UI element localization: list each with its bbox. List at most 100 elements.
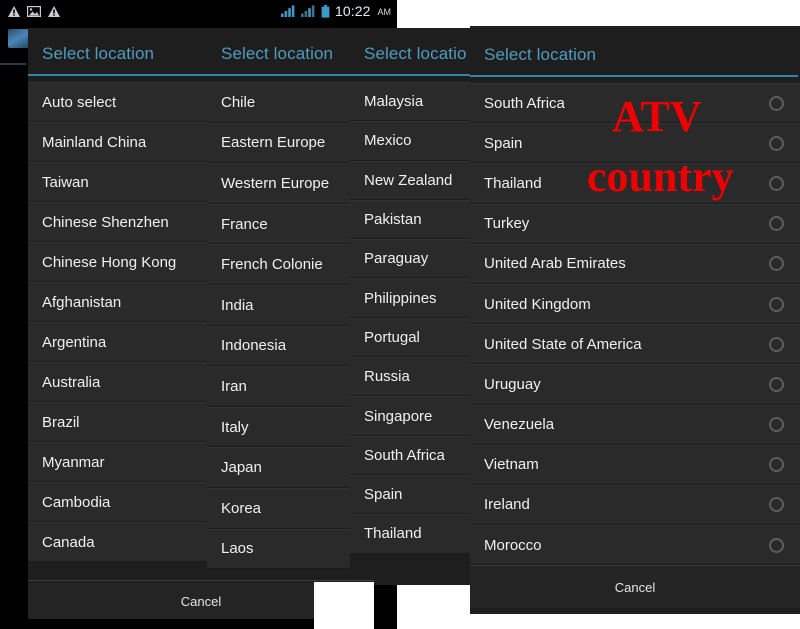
list-item[interactable]: Western Europe: [207, 163, 352, 204]
list-item-label: Spain: [364, 486, 403, 504]
list-item[interactable]: French Colonie: [207, 244, 352, 285]
list-item[interactable]: Chinese Shenzhen: [28, 202, 211, 242]
status-bar: 10:22 AM: [0, 0, 397, 22]
list-item-label: Afghanistan: [42, 293, 122, 311]
list-item[interactable]: Chile: [207, 82, 352, 123]
list-item[interactable]: Thailand: [470, 163, 800, 204]
battery-icon: [321, 4, 330, 18]
radio-button[interactable]: [769, 336, 784, 352]
list-item[interactable]: Singapore: [350, 396, 475, 436]
radio-button[interactable]: [769, 417, 784, 433]
list-item-label: United State of America: [484, 335, 642, 353]
list-item[interactable]: Mexico: [350, 121, 475, 161]
radio-button[interactable]: [769, 497, 784, 513]
list-item-label: United Kingdom: [484, 295, 591, 313]
list-item[interactable]: Turkey: [470, 203, 800, 244]
list-item[interactable]: Canada: [28, 522, 211, 562]
list-item-label: Pakistan: [364, 211, 422, 229]
list-item[interactable]: Auto select: [28, 82, 211, 122]
list-item[interactable]: Indonesia: [207, 325, 352, 367]
list-item[interactable]: Brazil: [28, 402, 211, 442]
list-item-label: Western Europe: [221, 174, 330, 192]
list-item[interactable]: Paraguay: [350, 239, 475, 279]
list-item[interactable]: New Zealand: [350, 160, 475, 200]
list-item-label: Iran: [221, 377, 247, 395]
location-list-3[interactable]: Malaysia Mexico New Zealand Pakistan Paragua…: [350, 82, 475, 554]
list-item[interactable]: Ireland: [470, 484, 800, 526]
list-item-label: Auto select: [42, 93, 117, 111]
list-item-label: New Zealand: [364, 171, 453, 189]
list-item[interactable]: Thailand: [350, 514, 475, 554]
list-item-label: Portugal: [364, 328, 420, 346]
list-item[interactable]: Eastern Europe: [207, 122, 352, 164]
list-item[interactable]: Philippines: [350, 278, 475, 318]
radio-button[interactable]: [769, 376, 784, 392]
location-list-1[interactable]: Auto select Mainland China Taiwan Chinese S…: [28, 82, 211, 562]
list-item[interactable]: Cambodia: [28, 482, 211, 522]
list-item[interactable]: India: [207, 284, 352, 326]
location-list-2[interactable]: Chile Eastern Europe Western Europe France F…: [207, 82, 352, 570]
radio-button[interactable]: [769, 296, 784, 312]
list-item[interactable]: United Kingdom: [470, 283, 800, 325]
list-item-label: Mexico: [364, 132, 412, 150]
list-item[interactable]: France: [207, 203, 352, 245]
list-item[interactable]: Portugal: [350, 317, 475, 358]
list-item[interactable]: Japan: [207, 447, 352, 488]
list-item[interactable]: Korea: [207, 487, 352, 529]
list-item[interactable]: Morocco: [470, 525, 800, 566]
list-item[interactable]: Afghanistan: [28, 282, 211, 322]
list-item[interactable]: Spain: [350, 474, 475, 515]
list-item[interactable]: Laos: [207, 528, 352, 570]
list-item[interactable]: Iran: [207, 366, 352, 407]
list-item-label: Singapore: [364, 407, 433, 425]
list-item-label: United Arab Emirates: [484, 255, 626, 273]
dialog-title: Select location: [42, 44, 155, 63]
list-item-label: Australia: [42, 373, 101, 391]
radio-button[interactable]: [769, 216, 784, 232]
radio-button[interactable]: [769, 95, 784, 111]
dialog-title: Select location: [221, 44, 334, 63]
list-item-label: Philippines: [364, 289, 437, 307]
warning-triangle-icon: [48, 5, 60, 17]
radio-button[interactable]: [769, 537, 784, 553]
radio-button[interactable]: [769, 256, 784, 272]
select-location-dialog-3: Select locatio Malaysia Mexico New Zealand…: [350, 28, 475, 585]
signal-bars-icon: [280, 5, 295, 17]
list-item[interactable]: United State of America: [470, 324, 800, 365]
cancel-button-right[interactable]: Cancel: [470, 566, 800, 609]
list-item[interactable]: Malaysia: [350, 82, 475, 122]
list-item[interactable]: United Arab Emirates: [470, 243, 800, 284]
location-list-4[interactable]: South Africa Spain Thailand Turkey United Ar…: [470, 83, 800, 566]
status-bar-right-icons: 10:22 AM: [280, 3, 397, 19]
list-item[interactable]: Chinese Hong Kong: [28, 242, 211, 282]
white-background-notch: [314, 582, 374, 629]
list-item[interactable]: Mainland China: [28, 122, 211, 162]
list-item-label: Cambodia: [42, 493, 111, 511]
status-bar-left-icons: [0, 5, 60, 17]
list-item[interactable]: Pakistan: [350, 199, 475, 240]
list-item[interactable]: Taiwan: [28, 162, 211, 202]
radio-button[interactable]: [769, 457, 784, 473]
list-item[interactable]: Russia: [350, 357, 475, 397]
select-location-dialog-2: Select location Chile Eastern Europe Weste…: [207, 28, 352, 594]
screenshot-root: 10:22 AM Select location Auto select Main…: [0, 0, 800, 629]
radio-button[interactable]: [769, 175, 784, 191]
list-item[interactable]: Vietnam: [470, 444, 800, 485]
list-item-label: Venezuela: [484, 416, 555, 434]
list-item[interactable]: South Africa: [470, 83, 800, 124]
list-item[interactable]: Australia: [28, 362, 211, 402]
list-item[interactable]: Argentina: [28, 322, 211, 362]
list-item[interactable]: Spain: [470, 123, 800, 164]
list-item-label: Canada: [42, 533, 95, 551]
list-item-label: Thailand: [364, 525, 422, 543]
list-item-label: Paraguay: [364, 250, 429, 268]
radio-button[interactable]: [769, 135, 784, 151]
list-item[interactable]: Venezuela: [470, 404, 800, 445]
list-item[interactable]: Myanmar: [28, 442, 211, 482]
list-item[interactable]: Uruguay: [470, 364, 800, 405]
list-item[interactable]: South Africa: [350, 435, 475, 475]
list-item[interactable]: Italy: [207, 406, 352, 448]
list-item-label: Argentina: [42, 333, 107, 351]
list-item-label: Thailand: [484, 174, 542, 192]
footer-divider: [28, 580, 374, 581]
